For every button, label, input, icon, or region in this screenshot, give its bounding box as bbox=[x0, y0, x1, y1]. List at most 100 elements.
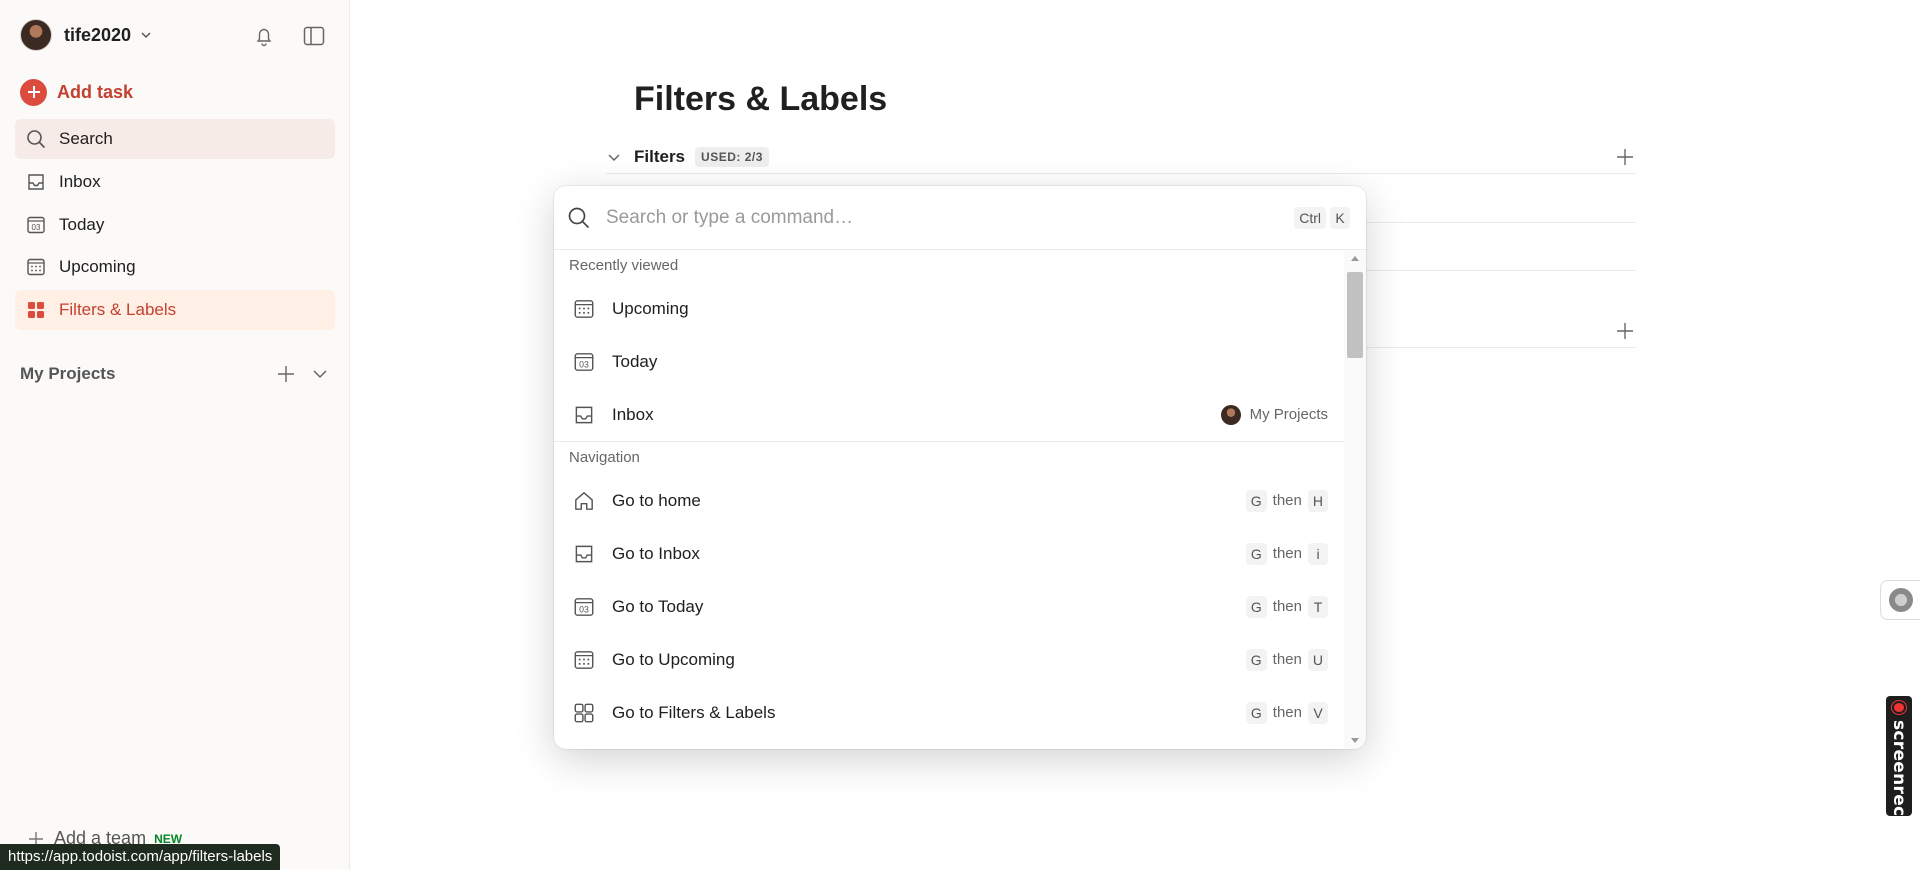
command-item-go-upcoming[interactable]: Go to Upcoming G then U bbox=[554, 633, 1344, 686]
plus-circle-icon bbox=[20, 78, 47, 106]
keyboard-shortcut: G then H bbox=[1245, 489, 1328, 512]
command-search-bar: Ctrl K bbox=[554, 186, 1366, 250]
command-search-input[interactable] bbox=[604, 205, 1295, 230]
sidebar: tife2020 Add task Search Inbox 03 Today … bbox=[0, 0, 350, 870]
command-results: Recently viewed Upcoming 03 Today Inbox … bbox=[554, 250, 1366, 749]
command-item-go-filters-labels[interactable]: Go to Filters & Labels G then V bbox=[554, 686, 1344, 739]
filters-section-title: Filters bbox=[634, 146, 686, 166]
keyboard-shortcut: G then U bbox=[1245, 648, 1328, 671]
add-label-icon[interactable] bbox=[1614, 320, 1636, 342]
screenrec-badge[interactable]: screenrec bbox=[1886, 696, 1912, 816]
command-label: Go to Today bbox=[612, 596, 704, 616]
shortcut-key: V bbox=[1308, 701, 1328, 724]
upcoming-icon bbox=[572, 297, 596, 321]
command-label: Go to home bbox=[612, 490, 701, 510]
sidebar-item-filters-labels[interactable]: Filters & Labels bbox=[15, 290, 335, 330]
avatar bbox=[20, 19, 52, 51]
project-meta: My Projects bbox=[1220, 404, 1328, 425]
inbox-icon bbox=[572, 403, 596, 427]
upcoming-icon bbox=[572, 648, 596, 672]
command-label: Today bbox=[612, 351, 658, 371]
command-item-upcoming[interactable]: Upcoming bbox=[554, 282, 1344, 335]
shortcut-key: Ctrl bbox=[1294, 206, 1326, 229]
filters-section-header[interactable]: Filters USED: 2/3 bbox=[606, 140, 1636, 174]
group-header-navigation: Navigation bbox=[569, 449, 640, 466]
add-task-label: Add task bbox=[57, 81, 134, 102]
sidebar-toggle-icon[interactable] bbox=[302, 24, 326, 48]
inbox-icon bbox=[25, 171, 47, 193]
command-palette: Ctrl K Recently viewed Upcoming 03 Today… bbox=[554, 186, 1366, 749]
today-icon: 03 bbox=[572, 595, 596, 619]
shortcut-key: G bbox=[1245, 542, 1267, 565]
filters-icon bbox=[25, 299, 47, 321]
sidebar-item-search[interactable]: Search bbox=[15, 119, 335, 159]
sidebar-item-today[interactable]: 03 Today bbox=[15, 205, 335, 245]
username: tife2020 bbox=[64, 24, 132, 45]
plus-icon[interactable] bbox=[274, 362, 298, 386]
home-icon bbox=[572, 489, 596, 513]
floating-widget[interactable] bbox=[1880, 580, 1920, 620]
scroll-up-arrow-icon[interactable] bbox=[1350, 254, 1360, 262]
inbox-icon bbox=[572, 542, 596, 566]
sidebar-item-label: Today bbox=[59, 215, 105, 234]
command-item-go-today[interactable]: 03 Go to Today G then T bbox=[554, 580, 1344, 633]
add-filter-icon[interactable] bbox=[1614, 146, 1636, 168]
shortcut-then: then bbox=[1272, 598, 1302, 615]
chevron-down-icon[interactable] bbox=[606, 149, 622, 165]
command-item-inbox[interactable]: Inbox My Projects bbox=[554, 388, 1344, 441]
command-item-partial[interactable] bbox=[554, 739, 1344, 749]
svg-text:03: 03 bbox=[32, 223, 41, 232]
shortcut-key: U bbox=[1307, 648, 1328, 671]
shortcut-key: G bbox=[1245, 648, 1267, 671]
keyboard-shortcut: G then T bbox=[1245, 595, 1328, 618]
page-title: Filters & Labels bbox=[634, 80, 888, 118]
command-item-go-home[interactable]: Go to home G then H bbox=[554, 474, 1344, 527]
shortcut-then: then bbox=[1272, 545, 1302, 562]
sidebar-item-inbox[interactable]: Inbox bbox=[15, 162, 335, 202]
command-label: Go to Upcoming bbox=[612, 649, 735, 669]
sidebar-item-label: Filters & Labels bbox=[59, 300, 177, 319]
group-header-recent: Recently viewed bbox=[569, 257, 679, 274]
svg-text:03: 03 bbox=[579, 359, 589, 369]
command-item-today[interactable]: 03 Today bbox=[554, 335, 1344, 388]
add-task-button[interactable]: Add task bbox=[20, 78, 133, 106]
scroll-down-arrow-icon[interactable] bbox=[1350, 737, 1360, 745]
keyboard-shortcut: G then V bbox=[1245, 701, 1328, 724]
svg-text:03: 03 bbox=[579, 604, 589, 614]
screenrec-label: screenrec bbox=[1889, 719, 1909, 816]
avatar bbox=[1220, 404, 1241, 425]
shortcut-then: then bbox=[1272, 704, 1302, 721]
command-list: Recently viewed Upcoming 03 Today Inbox … bbox=[554, 250, 1344, 749]
sidebar-item-upcoming[interactable]: Upcoming bbox=[15, 247, 335, 287]
chevron-down-icon[interactable] bbox=[310, 364, 330, 384]
usage-badge: USED: 2/3 bbox=[695, 146, 769, 167]
shortcut-then: then bbox=[1272, 492, 1302, 509]
my-projects-label: My Projects bbox=[20, 364, 116, 383]
shortcut-key: H bbox=[1307, 489, 1328, 512]
today-icon: 03 bbox=[572, 350, 596, 374]
record-icon bbox=[1892, 701, 1906, 714]
widget-icon bbox=[1888, 588, 1913, 612]
project-name: My Projects bbox=[1249, 406, 1328, 423]
chevron-down-icon bbox=[141, 32, 151, 39]
shortcut-key: i bbox=[1308, 542, 1328, 565]
command-label: Go to Inbox bbox=[612, 543, 700, 563]
scrollbar[interactable] bbox=[1344, 250, 1366, 749]
my-projects-header[interactable]: My Projects bbox=[20, 360, 330, 388]
command-item-go-inbox[interactable]: Go to Inbox G then i bbox=[554, 527, 1344, 580]
shortcut-then: then bbox=[1272, 651, 1302, 668]
account-menu[interactable]: tife2020 bbox=[20, 18, 153, 52]
upcoming-icon bbox=[25, 256, 47, 278]
filters-icon bbox=[572, 701, 596, 725]
bell-icon[interactable] bbox=[252, 24, 276, 48]
keyboard-shortcut: G then i bbox=[1245, 542, 1328, 565]
command-label: Go to Filters & Labels bbox=[612, 702, 776, 722]
search-icon bbox=[25, 128, 47, 150]
sidebar-item-label: Inbox bbox=[59, 172, 101, 191]
shortcut-key: G bbox=[1245, 489, 1267, 512]
scrollbar-thumb[interactable] bbox=[1347, 272, 1363, 358]
shortcut-key: G bbox=[1245, 595, 1267, 618]
search-icon bbox=[568, 207, 590, 228]
shortcut-key: G bbox=[1245, 701, 1267, 724]
command-label: Inbox bbox=[612, 404, 654, 424]
